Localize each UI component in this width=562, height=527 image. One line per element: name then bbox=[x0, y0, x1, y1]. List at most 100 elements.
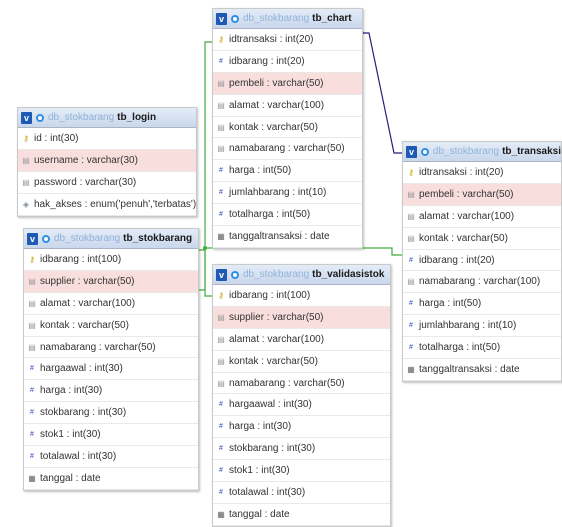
column-row[interactable]: # stokbarang : int(30) bbox=[24, 402, 198, 425]
column-row[interactable]: ▤ kontak : varchar(50) bbox=[213, 351, 390, 373]
column-label: idbarang : int(100) bbox=[40, 253, 122, 265]
column-row[interactable]: ▤ password : varchar(30) bbox=[18, 172, 196, 194]
table-options-icon[interactable] bbox=[36, 113, 44, 122]
column-row[interactable]: # hargaawal : int(30) bbox=[24, 358, 198, 381]
column-label: hargaawal : int(30) bbox=[229, 399, 312, 411]
column-row[interactable]: # totalharga : int(50) bbox=[213, 204, 362, 227]
table-name: tb_chart bbox=[312, 13, 352, 24]
column-row[interactable]: ⚷ idtransaksi : int(20) bbox=[403, 162, 561, 184]
column-label: stokbarang : int(30) bbox=[229, 443, 316, 455]
numeric-column-icon: # bbox=[219, 189, 223, 197]
column-row[interactable]: ▤ alamat : varchar(100) bbox=[213, 95, 362, 117]
toggle-button[interactable]: v bbox=[21, 111, 32, 124]
column-label: harga : int(50) bbox=[419, 298, 482, 310]
relation-line-chart-stokbarang bbox=[197, 41, 212, 291]
column-label: hargaawal : int(30) bbox=[40, 363, 123, 375]
column-row[interactable]: ◈ hak_akses : enum('penuh','terbatas') bbox=[18, 194, 196, 216]
toggle-button[interactable]: v bbox=[216, 12, 227, 25]
column-row[interactable]: # totalawal : int(30) bbox=[24, 446, 198, 468]
table-tb-login[interactable]: v db_stokbarang tb_login ⚷ id : int(30) ▤ user… bbox=[17, 107, 197, 217]
column-row[interactable]: ▤ username : varchar(30) bbox=[18, 149, 196, 172]
primary-key-icon: ⚷ bbox=[408, 167, 414, 177]
column-row[interactable]: ▦ tanggal : date bbox=[24, 468, 198, 490]
toggle-button[interactable]: v bbox=[406, 145, 417, 158]
text-column-icon: ▤ bbox=[28, 276, 36, 286]
column-row[interactable]: # jumlahbarang : int(10) bbox=[213, 182, 362, 205]
text-column-icon: ▤ bbox=[407, 277, 415, 287]
column-row[interactable]: # idbarang : int(20) bbox=[403, 250, 561, 272]
numeric-column-icon: # bbox=[30, 452, 34, 460]
column-row[interactable]: # harga : int(50) bbox=[403, 293, 561, 316]
column-label: kontak : varchar(50) bbox=[229, 121, 318, 133]
column-row[interactable]: # harga : int(30) bbox=[213, 416, 390, 439]
numeric-column-icon: # bbox=[219, 445, 223, 453]
column-row[interactable]: ▤ alamat : varchar(100) bbox=[24, 293, 198, 315]
column-label: jumlahbarang : int(10) bbox=[229, 187, 327, 199]
text-column-icon: ▤ bbox=[28, 342, 36, 352]
column-row[interactable]: ▦ tanggal : date bbox=[213, 504, 390, 526]
toggle-button[interactable]: v bbox=[27, 232, 38, 245]
table-options-icon[interactable] bbox=[42, 234, 50, 243]
column-row[interactable]: ▤ kontak : varchar(50) bbox=[24, 315, 198, 337]
column-label: username : varchar(30) bbox=[34, 154, 138, 166]
column-label: idtransaksi : int(20) bbox=[229, 33, 314, 45]
table-tb-validasistok[interactable]: v db_stokbarang tb_validasistok ⚷ idbarang :… bbox=[212, 264, 391, 527]
column-row[interactable]: ▤ namabarang : varchar(50) bbox=[24, 337, 198, 359]
numeric-column-icon: # bbox=[219, 401, 223, 409]
numeric-column-icon: # bbox=[219, 488, 223, 496]
column-row[interactable]: ▤ alamat : varchar(100) bbox=[213, 329, 390, 351]
text-column-icon: ▤ bbox=[217, 378, 225, 388]
column-label: totalharga : int(50) bbox=[229, 209, 311, 221]
numeric-column-icon: # bbox=[409, 300, 413, 308]
column-row[interactable]: # stok1 : int(30) bbox=[24, 424, 198, 447]
column-row[interactable]: ▦ tanggaltransaksi : date bbox=[213, 226, 362, 248]
toggle-button[interactable]: v bbox=[216, 268, 227, 281]
column-row[interactable]: ⚷ idbarang : int(100) bbox=[213, 285, 390, 307]
table-name: tb_stokbarang bbox=[123, 233, 193, 244]
column-row[interactable]: ▤ supplier : varchar(50) bbox=[213, 306, 390, 329]
column-row[interactable]: ▤ pembeli : varchar(50) bbox=[403, 183, 561, 206]
text-column-icon: ▤ bbox=[22, 177, 30, 187]
column-row[interactable]: # hargaawal : int(30) bbox=[213, 394, 390, 417]
column-row[interactable]: ▤ alamat : varchar(100) bbox=[403, 206, 561, 228]
column-label: totalawal : int(30) bbox=[40, 450, 117, 462]
table-options-icon[interactable] bbox=[231, 270, 239, 279]
column-label: id : int(30) bbox=[34, 132, 79, 144]
column-label: supplier : varchar(50) bbox=[229, 311, 324, 323]
numeric-column-icon: # bbox=[219, 423, 223, 431]
date-column-icon: ▦ bbox=[217, 231, 225, 241]
table-tb-stokbarang[interactable]: v db_stokbarang tb_stokbarang ⚷ idbarang : i… bbox=[23, 228, 199, 491]
column-row[interactable]: ▤ kontak : varchar(50) bbox=[403, 228, 561, 250]
column-row[interactable]: ▤ pembeli : varchar(50) bbox=[213, 72, 362, 95]
table-options-icon[interactable] bbox=[420, 147, 429, 156]
table-options-icon[interactable] bbox=[231, 14, 239, 23]
column-label: kontak : varchar(50) bbox=[419, 232, 508, 244]
column-row[interactable]: # totalawal : int(30) bbox=[213, 482, 390, 504]
column-row[interactable]: ⚷ idtransaksi : int(20) bbox=[213, 29, 362, 51]
table-tb-transaksi[interactable]: v db_stokbarang tb_transaksi ⚷ idtransaksi :… bbox=[402, 141, 562, 382]
column-row[interactable]: # idbarang : int(20) bbox=[213, 51, 362, 73]
column-row[interactable]: # jumlahbarang : int(10) bbox=[403, 315, 561, 338]
column-row[interactable]: ▤ kontak : varchar(50) bbox=[213, 117, 362, 139]
column-row[interactable]: # harga : int(50) bbox=[213, 160, 362, 183]
column-row[interactable]: ⚷ idbarang : int(100) bbox=[24, 249, 198, 271]
column-row[interactable]: ▤ supplier : varchar(50) bbox=[24, 270, 198, 293]
column-row[interactable]: # totalharga : int(50) bbox=[403, 337, 561, 360]
text-column-icon: ▤ bbox=[217, 356, 225, 366]
table-header: v db_stokbarang tb_validasistok bbox=[213, 265, 390, 285]
column-label: namabarang : varchar(50) bbox=[229, 377, 345, 389]
column-row[interactable]: ▦ tanggaltransaksi : date bbox=[403, 359, 561, 381]
numeric-column-icon: # bbox=[30, 387, 34, 395]
column-row[interactable]: # stokbarang : int(30) bbox=[213, 438, 390, 461]
numeric-column-icon: # bbox=[409, 256, 413, 264]
table-tb-chart[interactable]: v db_stokbarang tb_chart ⚷ idtransaksi : int… bbox=[212, 8, 363, 249]
column-label: totalawal : int(30) bbox=[229, 486, 306, 498]
column-row[interactable]: ⚷ id : int(30) bbox=[18, 128, 196, 150]
column-row[interactable]: ▤ namabarang : varchar(50) bbox=[213, 373, 390, 395]
column-row[interactable]: # harga : int(30) bbox=[24, 380, 198, 403]
column-row[interactable]: ▤ namabarang : varchar(50) bbox=[213, 138, 362, 161]
numeric-column-icon: # bbox=[30, 409, 34, 417]
column-row[interactable]: # stok1 : int(30) bbox=[213, 460, 390, 483]
column-label: alamat : varchar(100) bbox=[229, 99, 325, 111]
column-row[interactable]: ▤ namabarang : varchar(100) bbox=[403, 271, 561, 294]
